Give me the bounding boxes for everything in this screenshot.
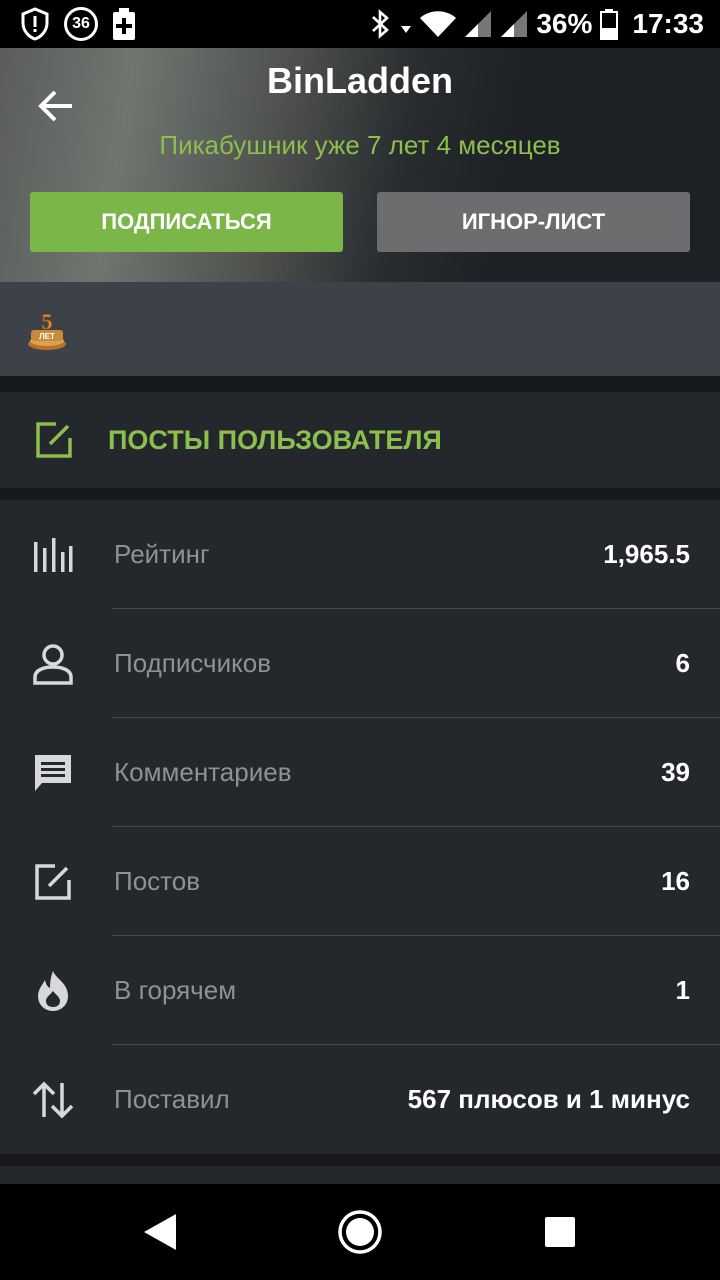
notification-count-badge: 36 [64, 7, 98, 41]
signal-icon [500, 10, 528, 38]
home-circle-icon [338, 1210, 382, 1254]
stat-value: 6 [675, 648, 690, 678]
profile-header: BinLadden Пикабушник уже 7 лет 4 месяцев… [0, 48, 720, 282]
section-gap [0, 488, 720, 500]
five-years-award-icon[interactable]: ЛЕТ 5 [26, 306, 68, 352]
clock: 17:33 [632, 8, 704, 39]
user-posts-label: ПОСТЫ ПОЛЬЗОВАТЕЛЯ [108, 424, 442, 455]
profile-username: BinLadden [267, 60, 453, 101]
user-posts-link[interactable]: ПОСТЫ ПОЛЬЗОВАТЕЛЯ [0, 392, 720, 488]
system-navigation-bar [0, 1184, 720, 1280]
comment-icon [32, 752, 74, 794]
subscribe-button[interactable]: ПОДПИСАТЬСЯ [30, 192, 343, 252]
stat-row-votes: Поставил 567 плюсов и 1 минус [0, 1045, 720, 1154]
stat-value: 16 [661, 866, 690, 896]
status-bar: 36 36% 17:33 [0, 0, 720, 48]
section-gap [0, 376, 720, 392]
stat-value: 1 [675, 975, 690, 1005]
stat-value: 1,965.5 [603, 539, 690, 569]
signal-icon [464, 10, 492, 38]
profile-tenure: Пикабушник уже 7 лет 4 месяцев [159, 130, 561, 160]
stats-list: Рейтинг 1,965.5 Подписчиков 6 Комментари… [0, 500, 720, 1154]
back-triangle-icon [144, 1214, 176, 1250]
wifi-icon [420, 10, 457, 38]
bar-chart-icon [32, 534, 74, 576]
next-section-peek [0, 1166, 720, 1186]
nav-home-button[interactable] [336, 1208, 384, 1256]
stat-label: Подписчиков [114, 648, 272, 678]
person-icon [32, 643, 74, 685]
battery-icon [600, 8, 619, 40]
status-bar-right: 36% 17:33 [370, 6, 704, 42]
status-bar-left: 36 [20, 6, 136, 42]
stat-row-subscribers[interactable]: Подписчиков 6 [0, 609, 720, 718]
stat-row-hot[interactable]: В горячем 1 [0, 936, 720, 1045]
stat-label: Постов [114, 866, 201, 896]
flame-icon [32, 970, 74, 1012]
stat-value: 39 [661, 757, 690, 787]
stat-label: Комментариев [114, 757, 292, 787]
recents-square-icon [545, 1217, 575, 1247]
stat-label: Рейтинг [114, 539, 210, 569]
bluetooth-icon [370, 8, 392, 40]
swap-vertical-icon [32, 1079, 74, 1121]
data-arrow-icon [400, 8, 412, 40]
battery-percent: 36% [536, 8, 593, 39]
stat-row-posts[interactable]: Постов 16 [0, 827, 720, 936]
battery-plus-icon [112, 7, 136, 41]
stat-label: Поставил [114, 1084, 230, 1114]
ignore-list-button[interactable]: ИГНОР-ЛИСТ [377, 192, 690, 252]
svg-text:5: 5 [42, 309, 53, 334]
stat-value: 567 плюсов и 1 минус [407, 1084, 690, 1114]
nav-back-button[interactable] [136, 1208, 184, 1256]
section-gap [0, 1154, 720, 1166]
nav-recents-button[interactable] [536, 1208, 584, 1256]
stat-row-rating: Рейтинг 1,965.5 [0, 500, 720, 609]
awards-section: ЛЕТ 5 [0, 282, 720, 376]
stat-row-comments[interactable]: Комментариев 39 [0, 718, 720, 827]
edit-icon [34, 420, 74, 460]
edit-icon [32, 861, 74, 903]
shield-alert-icon [20, 7, 50, 41]
stat-label: В горячем [114, 975, 237, 1005]
